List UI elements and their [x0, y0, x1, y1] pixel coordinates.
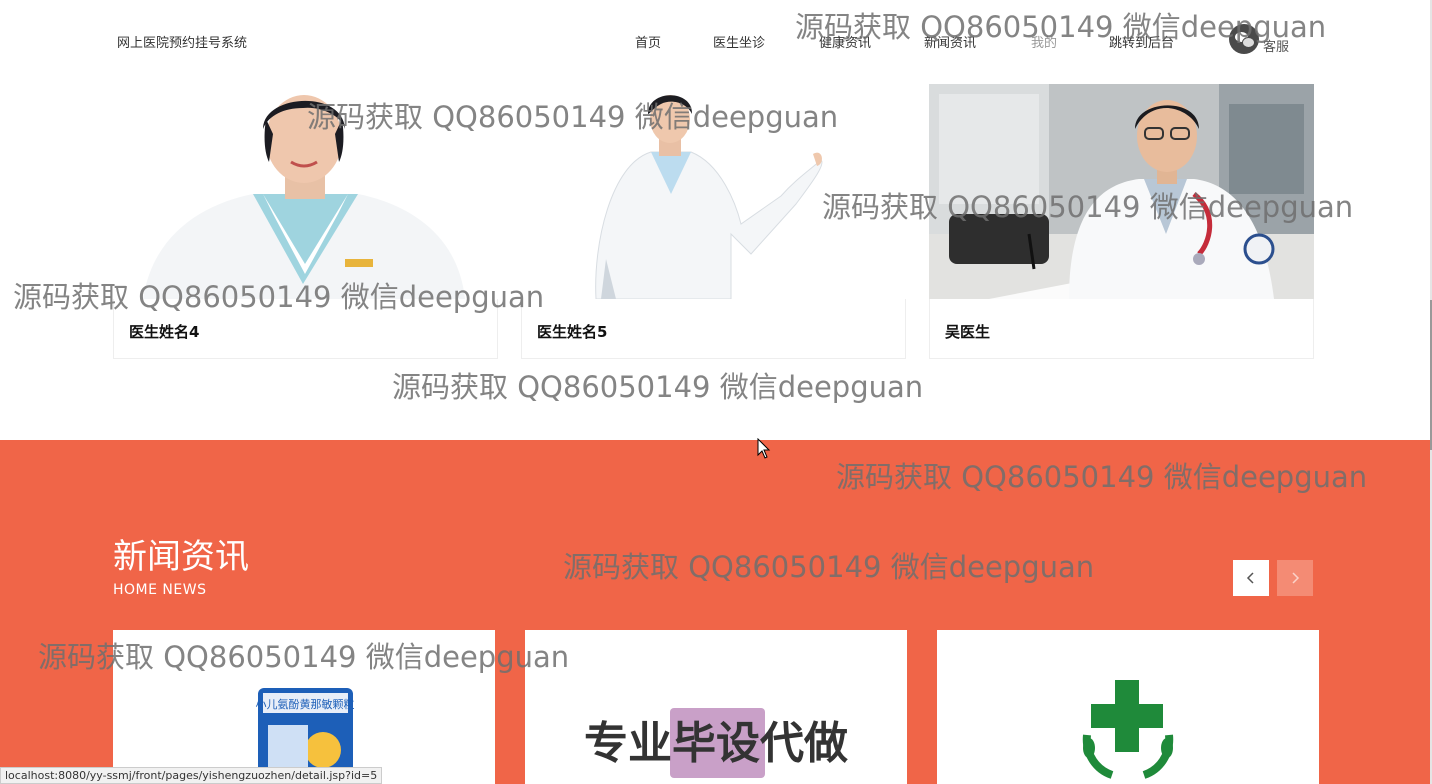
doctor-card[interactable]: 医生姓名4: [113, 84, 498, 359]
nav-mine[interactable]: 我的: [1031, 32, 1057, 51]
news-card[interactable]: 专业毕设代做: [525, 630, 907, 784]
chevron-left-icon: [1246, 572, 1254, 584]
news-card[interactable]: [937, 630, 1319, 784]
doctor-photo: [521, 84, 906, 299]
nav-health-info[interactable]: 健康资讯: [819, 32, 871, 51]
nav-home[interactable]: 首页: [635, 32, 661, 51]
browser-status-bar: localhost:8080/yy-ssmj/front/pages/yishe…: [0, 767, 383, 784]
customer-service-button[interactable]: 客服: [1229, 24, 1290, 55]
chevron-right-icon: [1292, 572, 1300, 584]
doctor-name: 吴医生: [945, 323, 991, 341]
doctor-photo: [113, 84, 498, 299]
doctor-card[interactable]: 吴医生: [929, 84, 1314, 359]
watermark: 源码获取 QQ86050149 微信deepguan: [392, 370, 924, 404]
news-section-subtitle: HOME NEWS: [113, 582, 207, 598]
nav-admin[interactable]: 跳转到后台: [1109, 32, 1174, 51]
product-label: 小儿氨酚黄那敏颗粒: [256, 697, 355, 711]
ad-overlay-text: 专业毕设代做: [584, 718, 848, 769]
doctor-name: 医生姓名4: [129, 323, 200, 341]
next-arrow-button[interactable]: [1277, 560, 1313, 596]
doctor-name: 医生姓名5: [537, 323, 608, 341]
top-header: 网上医院预约挂号系统 首页 医生坐诊 健康资讯 新闻资讯 我的 跳转到后台 客服: [0, 0, 1432, 80]
news-image: 小儿氨酚黄那敏颗粒: [113, 630, 495, 784]
mouse-cursor-icon: [757, 438, 771, 459]
green-cross-icon: [937, 630, 1319, 784]
news-image: 专业毕设代做: [525, 630, 907, 784]
wechat-icon: [1229, 24, 1259, 54]
news-card[interactable]: 小儿氨酚黄那敏颗粒: [113, 630, 495, 784]
news-section: 新闻资讯 HOME NEWS 小儿氨酚黄那敏颗粒 专业毕设代做: [0, 440, 1430, 784]
nav-news[interactable]: 新闻资讯: [924, 32, 976, 51]
doctor-card[interactable]: 医生姓名5: [521, 84, 906, 359]
nav-doctor-consult[interactable]: 医生坐诊: [713, 32, 765, 51]
customer-service-label: 客服: [1263, 39, 1290, 55]
site-title[interactable]: 网上医院预约挂号系统: [117, 32, 247, 51]
news-section-title: 新闻资讯: [113, 537, 249, 577]
prev-arrow-button[interactable]: [1233, 560, 1269, 596]
page: 网上医院预约挂号系统 首页 医生坐诊 健康资讯 新闻资讯 我的 跳转到后台 客服: [0, 0, 1432, 784]
doctor-photo: [929, 84, 1314, 299]
